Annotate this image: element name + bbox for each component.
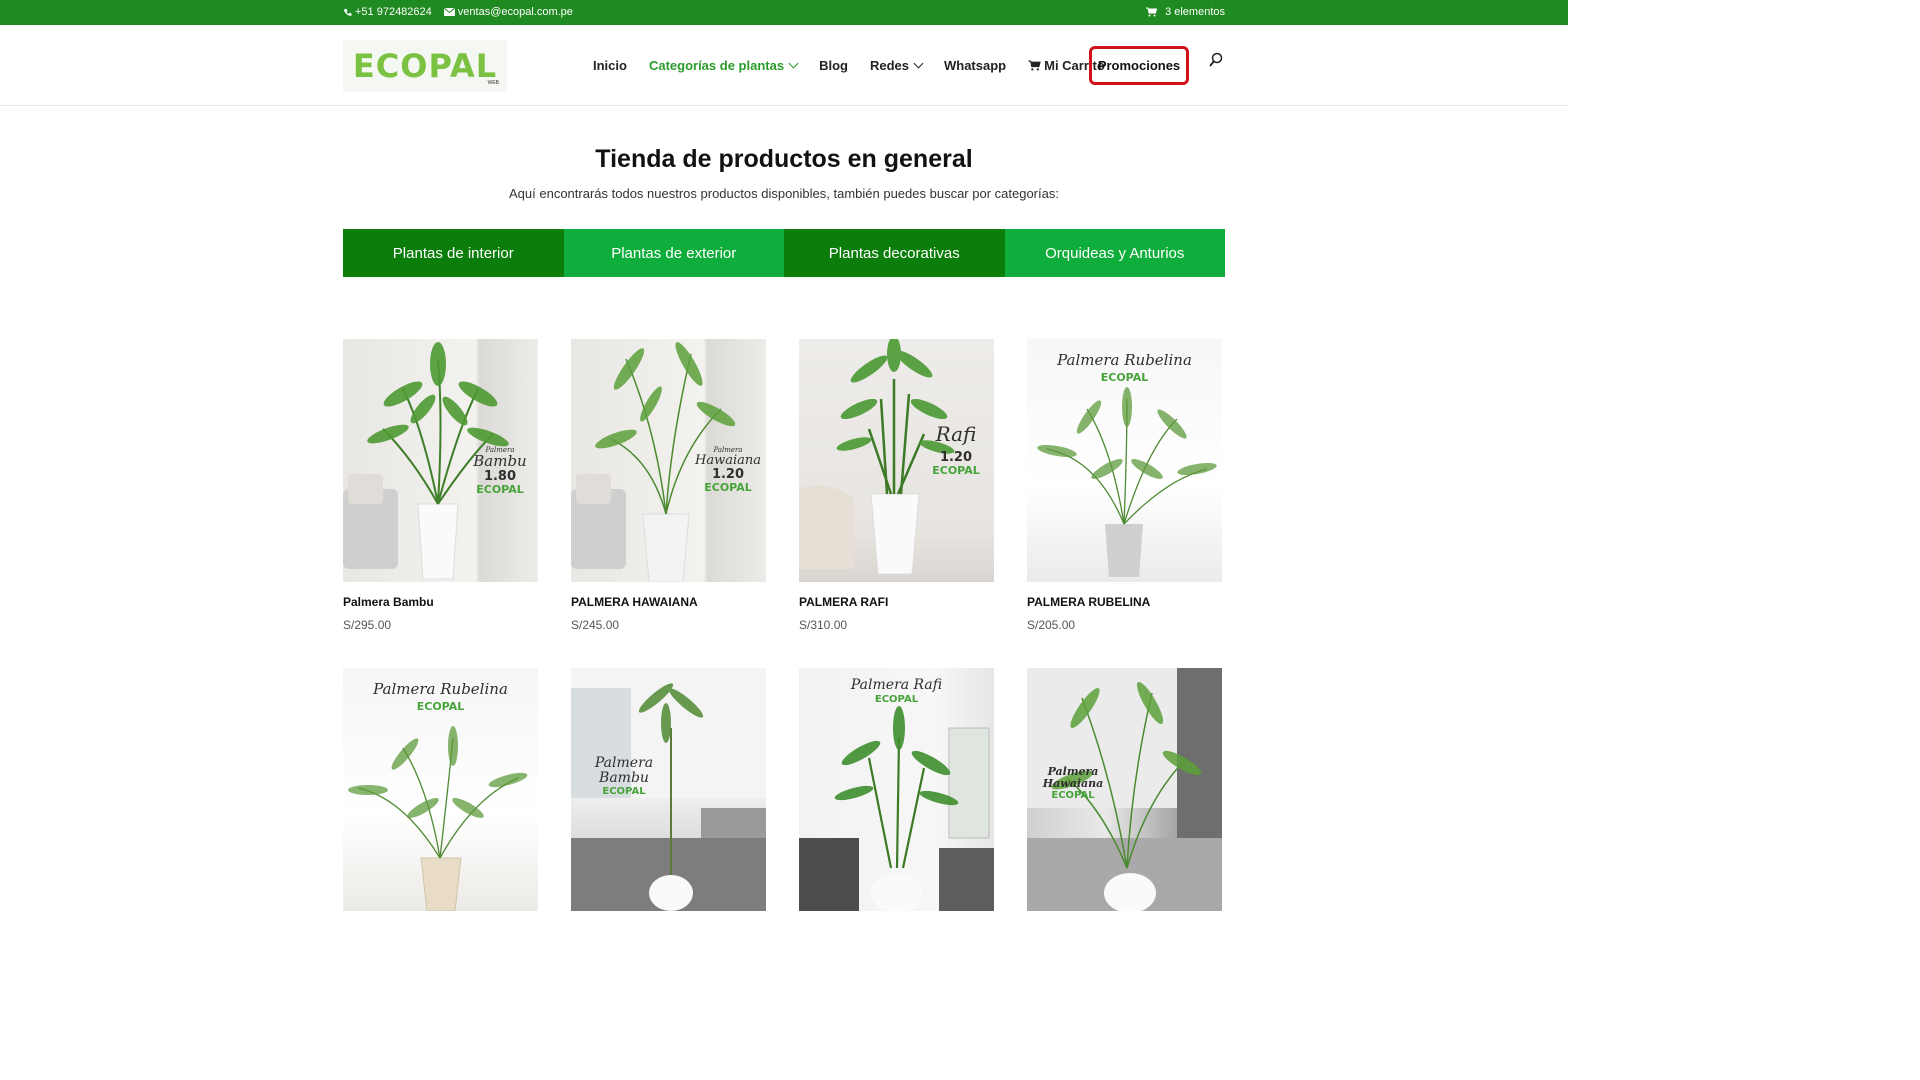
product-card[interactable]: Palmera Rubelina ECOPAL (343, 668, 538, 911)
image-caption-name: Palmera Hawaiana (1042, 765, 1104, 790)
category-bar: Plantas de interior Plantas de exterior … (343, 229, 1225, 277)
cart-icon (1028, 60, 1041, 70)
site-logo[interactable]: ECOPAL WEB (343, 40, 507, 92)
nav-label: Inicio (593, 57, 627, 73)
product-image[interactable]: Palmera Rubelina ECOPAL (1027, 339, 1222, 582)
image-brand: ECOPAL (602, 786, 646, 798)
product-price: S/310.00 (799, 618, 848, 632)
image-caption-size: 1.80 (483, 469, 517, 485)
page-heading-section: Tienda de productos en general Aquí enco… (0, 145, 1568, 201)
image-brand: ECOPAL (1100, 370, 1149, 384)
product-card[interactable]: Rafi 1.20 ECOPAL PALMERA RAFI S/310.00 (799, 339, 994, 632)
image-brand: ECOPAL (476, 482, 524, 496)
product-price: S/205.00 (1027, 618, 1076, 632)
product-image[interactable]: Palmera Rafi ECOPAL (799, 668, 994, 911)
cart-icon (1146, 7, 1158, 17)
product-image[interactable]: Rafi 1.20 ECOPAL (799, 339, 994, 582)
phone-number: +51 972482624 (355, 6, 432, 18)
cart-count: 3 elementos (1165, 6, 1225, 18)
logo-subtext: WEB (487, 80, 499, 86)
category-plantas-interior[interactable]: Plantas de interior (343, 229, 564, 277)
page-subtitle: Aquí encontrarás todos nuestros producto… (509, 186, 1059, 201)
nav-label: Categorías de plantas (648, 57, 785, 73)
product-price: S/245.00 (571, 618, 620, 632)
main-nav: Inicio Categorías de plantas Blog Redes … (593, 25, 1127, 105)
product-card[interactable]: Palmera Rubelina ECOPAL PALMERA RUBELINA… (1027, 339, 1222, 632)
site-header: ECOPAL WEB Inicio Categorías de plantas … (0, 25, 1568, 106)
image-brand: ECOPAL (874, 693, 919, 705)
product-price: S/295.00 (343, 618, 392, 632)
image-caption-name: Palmera Rubelina (1057, 351, 1192, 369)
nav-item-inicio[interactable]: Inicio (593, 58, 627, 73)
image-brand: ECOPAL (416, 699, 465, 713)
image-brand: ECOPAL (932, 463, 980, 477)
nav-label: Redes (869, 57, 909, 73)
nav-label: Blog (819, 57, 848, 73)
product-image[interactable]: Palmera Bambu 1.80 ECOPAL (343, 339, 538, 582)
product-image[interactable]: Palmera Hawaiana 1.20 ECOPAL (571, 339, 766, 582)
category-orquideas-anturios[interactable]: Orquideas y Anturios (1004, 229, 1225, 277)
product-image[interactable]: Palmera Hawaiana ECOPAL (1027, 668, 1222, 911)
product-name[interactable]: PALMERA HAWAIANA (571, 595, 766, 609)
nav-item-whatsapp[interactable]: Whatsapp (944, 58, 1006, 73)
product-card[interactable]: Palmera Hawaiana 1.20 ECOPAL PALMERA HAW… (571, 339, 766, 632)
email-address: ventas@ecopal.com.pe (457, 6, 573, 18)
product-card[interactable]: Palmera Bambu ECOPAL (571, 668, 766, 911)
top-bar: +51 972482624 ventas@ecopal.com.pe 3 ele… (0, 0, 1568, 25)
image-caption-name: Palmera Bambu (594, 755, 654, 786)
logo-text: ECOPAL (352, 47, 498, 85)
product-card[interactable]: Palmera Hawaiana ECOPAL (1027, 668, 1222, 911)
product-card[interactable]: Palmera Rafi ECOPAL (799, 668, 994, 911)
product-name[interactable]: Palmera Bambu (343, 595, 538, 609)
image-caption-size: 1.20 (711, 466, 745, 482)
product-image[interactable]: Palmera Bambu ECOPAL (571, 668, 766, 911)
chevron-down-icon (788, 58, 799, 68)
image-caption-name: Rafi (935, 422, 977, 446)
product-name[interactable]: PALMERA RAFI (799, 595, 994, 609)
nav-item-categorias[interactable]: Categorías de plantas (648, 57, 799, 73)
image-caption-name: Palmera Rubelina (373, 680, 508, 698)
chevron-down-icon (913, 58, 924, 68)
product-name[interactable]: PALMERA RUBELINA (1027, 595, 1222, 609)
cart-summary[interactable]: 3 elementos (1146, 6, 1225, 18)
product-card[interactable]: Palmera Bambu 1.80 ECOPAL Palmera Bambu … (343, 339, 538, 632)
image-caption-size: 1.20 (939, 450, 973, 465)
phone-icon (343, 8, 352, 16)
image-brand: ECOPAL (1051, 790, 1095, 802)
email-contact[interactable]: ventas@ecopal.com.pe (443, 6, 573, 18)
image-caption-name: Palmera Rafi (850, 677, 943, 693)
image-caption-name: Bambu (473, 452, 527, 471)
promotions-button[interactable]: Promociones (1089, 46, 1189, 85)
product-image[interactable]: Palmera Rubelina ECOPAL (343, 668, 538, 911)
category-plantas-decorativas[interactable]: Plantas decorativas (784, 229, 1005, 277)
category-plantas-exterior[interactable]: Plantas de exterior (563, 229, 784, 277)
search-icon[interactable] (1209, 52, 1223, 68)
envelope-icon (443, 8, 455, 16)
image-brand: ECOPAL (704, 480, 752, 494)
nav-item-blog[interactable]: Blog (819, 58, 848, 73)
nav-item-redes[interactable]: Redes (869, 57, 924, 73)
image-caption-name: Hawaiana (695, 453, 761, 469)
nav-label: Whatsapp (943, 57, 1007, 73)
phone-contact[interactable]: +51 972482624 (343, 6, 432, 18)
page-title: Tienda de productos en general (595, 145, 973, 173)
